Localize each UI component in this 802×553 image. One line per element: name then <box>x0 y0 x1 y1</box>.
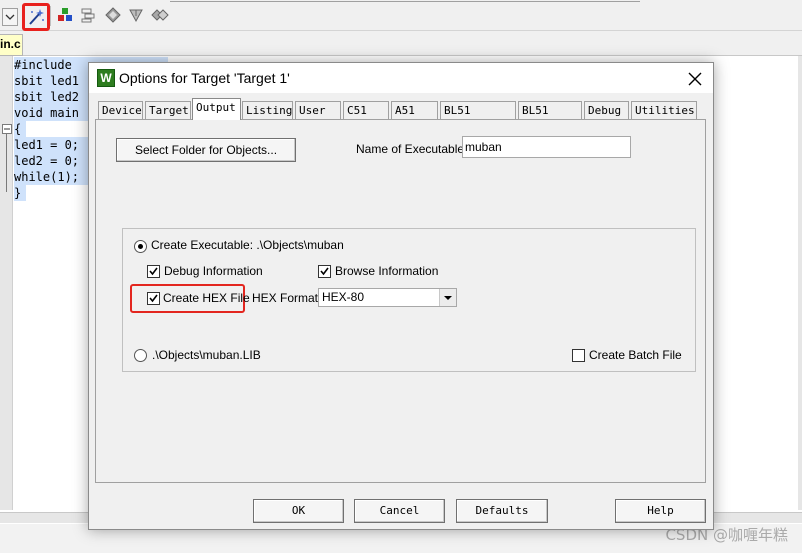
tab-user[interactable]: User <box>295 101 341 119</box>
create-batch-checkbox[interactable] <box>572 349 585 362</box>
runtime-env-icon <box>129 9 143 23</box>
chevron-down-icon <box>444 296 452 300</box>
tab-device[interactable]: Device <box>98 101 143 119</box>
code-line[interactable]: while(1); <box>14 169 92 185</box>
defaults-button[interactable]: Defaults <box>456 499 548 523</box>
create-hex-label: Create HEX File <box>163 291 250 305</box>
debug-info-checkbox[interactable] <box>147 265 160 278</box>
tab-target[interactable]: Target <box>145 101 191 119</box>
ok-button[interactable]: OK <box>253 499 344 523</box>
name-exe-input[interactable]: muban <box>462 136 631 158</box>
create-lib-radio[interactable] <box>134 349 147 362</box>
help-button[interactable]: Help <box>615 499 706 523</box>
diamond-icon <box>105 7 121 23</box>
toolbar-separator <box>50 6 51 26</box>
output-options-group: Create Executable: .\Objects\muban Debug… <box>122 228 696 372</box>
code-line[interactable]: { <box>14 121 26 137</box>
pack-installer-button[interactable] <box>55 5 75 25</box>
radio-selected-dot <box>138 244 143 249</box>
hex-format-label: HEX Format: <box>252 291 322 305</box>
tab-utilities[interactable]: Utilities <box>631 101 697 119</box>
browse-info-checkbox[interactable] <box>318 265 331 278</box>
code-line[interactable]: sbit led2 <box>14 89 92 105</box>
cancel-button[interactable]: Cancel <box>354 499 445 523</box>
runtime-env-button[interactable] <box>126 5 146 25</box>
tab-a51[interactable]: A51 <box>391 101 438 119</box>
toolbar-combo-edge <box>170 0 640 2</box>
close-icon <box>688 72 702 86</box>
tab-c51[interactable]: C51 <box>343 101 389 119</box>
fold-toggle[interactable] <box>2 124 12 134</box>
create-batch-label: Create Batch File <box>589 348 682 362</box>
tab-debug[interactable]: Debug <box>584 101 629 119</box>
create-hex-checkbox[interactable] <box>147 292 160 305</box>
fold-line <box>6 134 7 192</box>
check-icon <box>149 294 158 303</box>
create-exe-radio[interactable] <box>134 240 147 253</box>
manage-components-button[interactable] <box>78 5 98 25</box>
browse-info-label: Browse Information <box>335 264 439 278</box>
pack-installer-icon <box>58 8 72 21</box>
toolbar-dropdown[interactable] <box>2 8 18 26</box>
tab-listing[interactable]: Listing <box>242 101 293 119</box>
magic-wand-icon <box>29 9 44 25</box>
check-icon <box>149 267 158 276</box>
output-tab-panel: Select Folder for Objects... Name of Exe… <box>95 119 706 483</box>
code-line[interactable]: void main <box>14 105 92 121</box>
check-icon <box>320 267 329 276</box>
code-line[interactable]: sbit led1 <box>14 73 92 89</box>
close-button[interactable] <box>685 69 705 89</box>
hex-format-value: HEX-80 <box>322 290 365 304</box>
debug-info-label: Debug Information <box>164 264 263 278</box>
file-tab-strip <box>0 31 802 56</box>
options-for-target-button[interactable] <box>22 3 50 31</box>
options-dialog: W Options for Target 'Target 1' Device T… <box>88 62 714 530</box>
create-exe-label: Create Executable: .\Objects\muban <box>151 238 344 252</box>
chevron-down-icon <box>5 14 15 20</box>
dialog-titlebar[interactable]: W Options for Target 'Target 1' <box>89 63 713 93</box>
dialog-title: Options for Target 'Target 1' <box>119 70 290 86</box>
code-line[interactable]: led1 = 0; <box>14 137 92 153</box>
manage-components-icon <box>81 8 95 23</box>
select-packs-button[interactable] <box>150 5 170 25</box>
editor-right-edge <box>798 56 802 510</box>
select-software-packs-icon <box>151 9 169 21</box>
name-exe-label: Name of Executable: <box>356 142 468 156</box>
select-arrow[interactable] <box>439 289 456 306</box>
tab-bl51-locate[interactable]: BL51 Locate <box>440 101 516 134</box>
keil-app-icon: W <box>97 69 115 87</box>
toolbar <box>0 0 802 31</box>
create-lib-label: .\Objects\muban.LIB <box>152 348 261 362</box>
tab-bl51-misc[interactable]: BL51 Misc <box>518 101 582 134</box>
tab-output[interactable]: Output <box>192 98 241 120</box>
select-folder-button[interactable]: Select Folder for Objects... <box>116 138 296 162</box>
diamond-button[interactable] <box>103 5 123 25</box>
code-line[interactable]: } <box>14 185 26 201</box>
file-tab-main-c[interactable]: in.c <box>0 34 23 56</box>
code-line[interactable]: led2 = 0; <box>14 153 92 169</box>
minus-icon <box>4 128 10 130</box>
hex-format-select[interactable]: HEX-80 <box>318 288 457 307</box>
